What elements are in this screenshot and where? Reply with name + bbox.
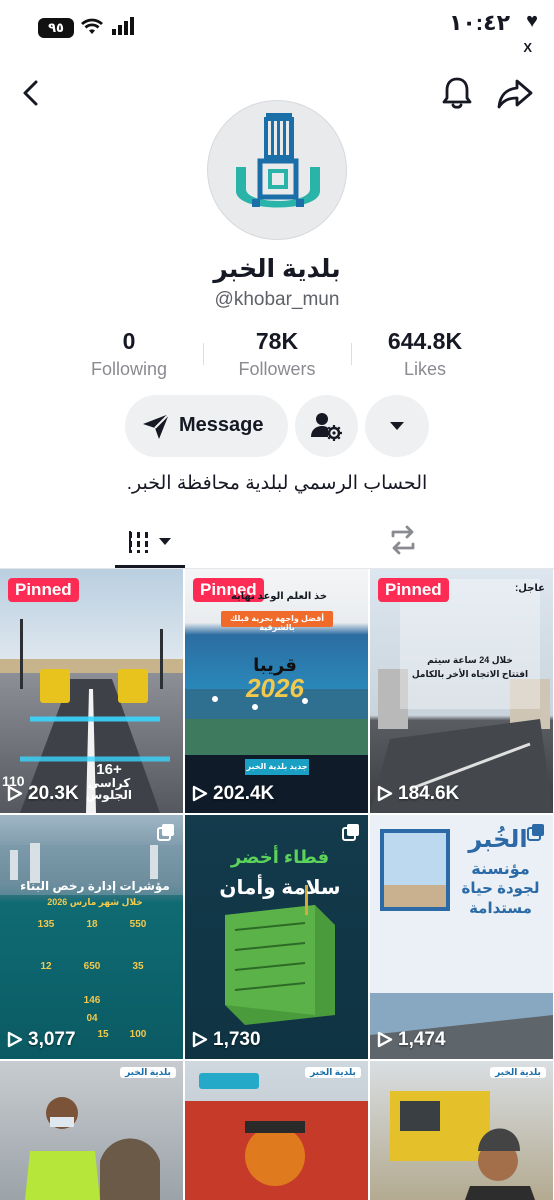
overlay-title: الخُبر [468, 826, 528, 853]
overlay-stat: 100 [129, 1029, 147, 1040]
overlay-title: مؤشرات إدارة رخص البناء [20, 879, 170, 893]
video-thumbnail [25, 1097, 160, 1200]
likes-count: 644.8K [387, 328, 463, 354]
overlay-stat: 35 [132, 961, 144, 972]
message-button[interactable]: Message [125, 395, 288, 457]
video-tile[interactable]: Pinned خذ العلم الوعد نهاية أفضل واجهة ب… [185, 569, 368, 813]
more-options-button[interactable] [365, 395, 429, 457]
video-thumbnail [370, 579, 553, 813]
overlay-text: 2026 [246, 673, 304, 703]
overlay-text: افتتاح الاتجاه الأخر بالكامل [411, 669, 529, 679]
caret-down-icon [390, 422, 404, 430]
video-tile[interactable]: فطاء أخضر سلامة وأمان 1,730 [185, 815, 368, 1059]
play-icon [377, 1031, 393, 1048]
play-icon [7, 785, 23, 802]
bio: الحساب الرسمي لبلدية محافظة الخبر. [126, 473, 428, 494]
video-tile[interactable]: بلدية الخبر [0, 1061, 183, 1200]
status-bar: ٩٥ ١٠:٤٢ ♥ X [0, 0, 554, 55]
view-count: 184.6K [398, 783, 460, 804]
view-count: 3,077 [28, 1029, 76, 1050]
bell-icon[interactable] [438, 74, 476, 112]
overlay-text: بلدية الخبر [490, 1067, 546, 1078]
signal-icon [112, 17, 134, 35]
followers-count: 78K [255, 328, 299, 354]
video-tile[interactable]: Pinned +16 كراسي الجلوس 110 20.3K [0, 569, 183, 813]
following-stat[interactable]: 0 Following [54, 328, 204, 380]
multi-photo-icon [156, 822, 176, 842]
overlay-stat: 15 [97, 1029, 109, 1040]
pinned-badge: Pinned [8, 578, 79, 602]
overlay-text: خذ العلم الوعد نهاية [230, 591, 328, 602]
likes-label: Likes [403, 359, 447, 379]
username-handle: @khobar_mun [214, 289, 340, 310]
overlay-text: جديد بلدية الخبر [246, 762, 308, 771]
overlay-stat: 04 [86, 1013, 98, 1024]
display-name: بلدية الخبر [213, 255, 341, 283]
video-tile[interactable]: بلدية الخبر [370, 1061, 553, 1200]
overlay-stat: 135 [37, 919, 55, 930]
return-to-app[interactable]: X [523, 40, 532, 55]
view-count: 1,730 [213, 1029, 261, 1050]
overlay-text: بلدية الخبر [120, 1067, 176, 1078]
overlay-stat: 146 [83, 995, 101, 1006]
play-icon [377, 785, 393, 802]
repost-tab-icon[interactable] [385, 522, 421, 558]
view-count: 202.4K [213, 783, 275, 804]
video-thumbnail [390, 1091, 535, 1200]
user-settings-button[interactable] [295, 395, 358, 457]
play-icon [7, 1031, 23, 1048]
followers-label: Followers [238, 359, 316, 379]
user-gear-icon [311, 413, 342, 441]
likes-stat[interactable]: 644.8K Likes [350, 328, 500, 380]
overlay-subtitle: خلال شهر مارس 2026 [47, 897, 143, 907]
overlay-text: مؤنسنة [471, 861, 530, 878]
following-count: 0 [122, 328, 136, 354]
battery-indicator: ٩٥ [38, 18, 74, 38]
wifi-icon [81, 18, 103, 34]
overlay-stat: 18 [86, 919, 98, 930]
following-label: Following [90, 359, 168, 379]
avatar[interactable] [207, 100, 347, 240]
video-thumbnail [185, 1073, 368, 1200]
video-tile[interactable]: الخُبر مؤنسنة لجودة حياة مستدامة 1,474 [370, 815, 553, 1059]
view-count: 20.3K [28, 783, 79, 804]
play-icon [192, 785, 208, 802]
overlay-stat: 650 [83, 961, 101, 972]
view-count: 1,474 [398, 1029, 446, 1050]
municipality-logo [236, 113, 320, 208]
back-icon[interactable] [14, 76, 48, 110]
send-icon [143, 413, 170, 439]
overlay-text: لجودة حياة [461, 880, 540, 897]
status-time: ١٠:٤٢ [448, 10, 510, 35]
overlay-text: عاجل: [514, 583, 545, 594]
overlay-count: +16 [96, 761, 122, 778]
videos-grid-tab-icon[interactable] [115, 517, 185, 567]
overlay-text: أفضل واجهة بحرية قبلك بالشرقية [229, 614, 325, 632]
overlay-text: بلدية الخبر [305, 1067, 361, 1078]
heart-icon: ♥ [526, 10, 538, 32]
overlay-subtitle: سلامة وأمان [219, 877, 341, 899]
video-tile[interactable]: بلدية الخبر [185, 1061, 368, 1200]
multi-photo-icon [341, 822, 361, 842]
video-tile[interactable]: Pinned عاجل: خلال 24 ساعة سيتم افتتاح ال… [370, 569, 553, 813]
play-icon [192, 1031, 208, 1048]
overlay-text: مستدامة [469, 900, 532, 917]
overlay-stat: 550 [129, 919, 147, 930]
message-label: Message [179, 414, 264, 436]
overlay-title: فطاء أخضر [230, 847, 330, 867]
overlay-text: خلال 24 ساعة سيتم [427, 655, 513, 665]
video-tile[interactable]: مؤشرات إدارة رخص البناء خلال شهر مارس 20… [0, 815, 183, 1059]
overlay-text: الجلوس [85, 788, 132, 802]
overlay-stat: 12 [40, 961, 52, 972]
followers-stat[interactable]: 78K Followers [202, 328, 352, 380]
share-icon[interactable] [496, 76, 534, 112]
